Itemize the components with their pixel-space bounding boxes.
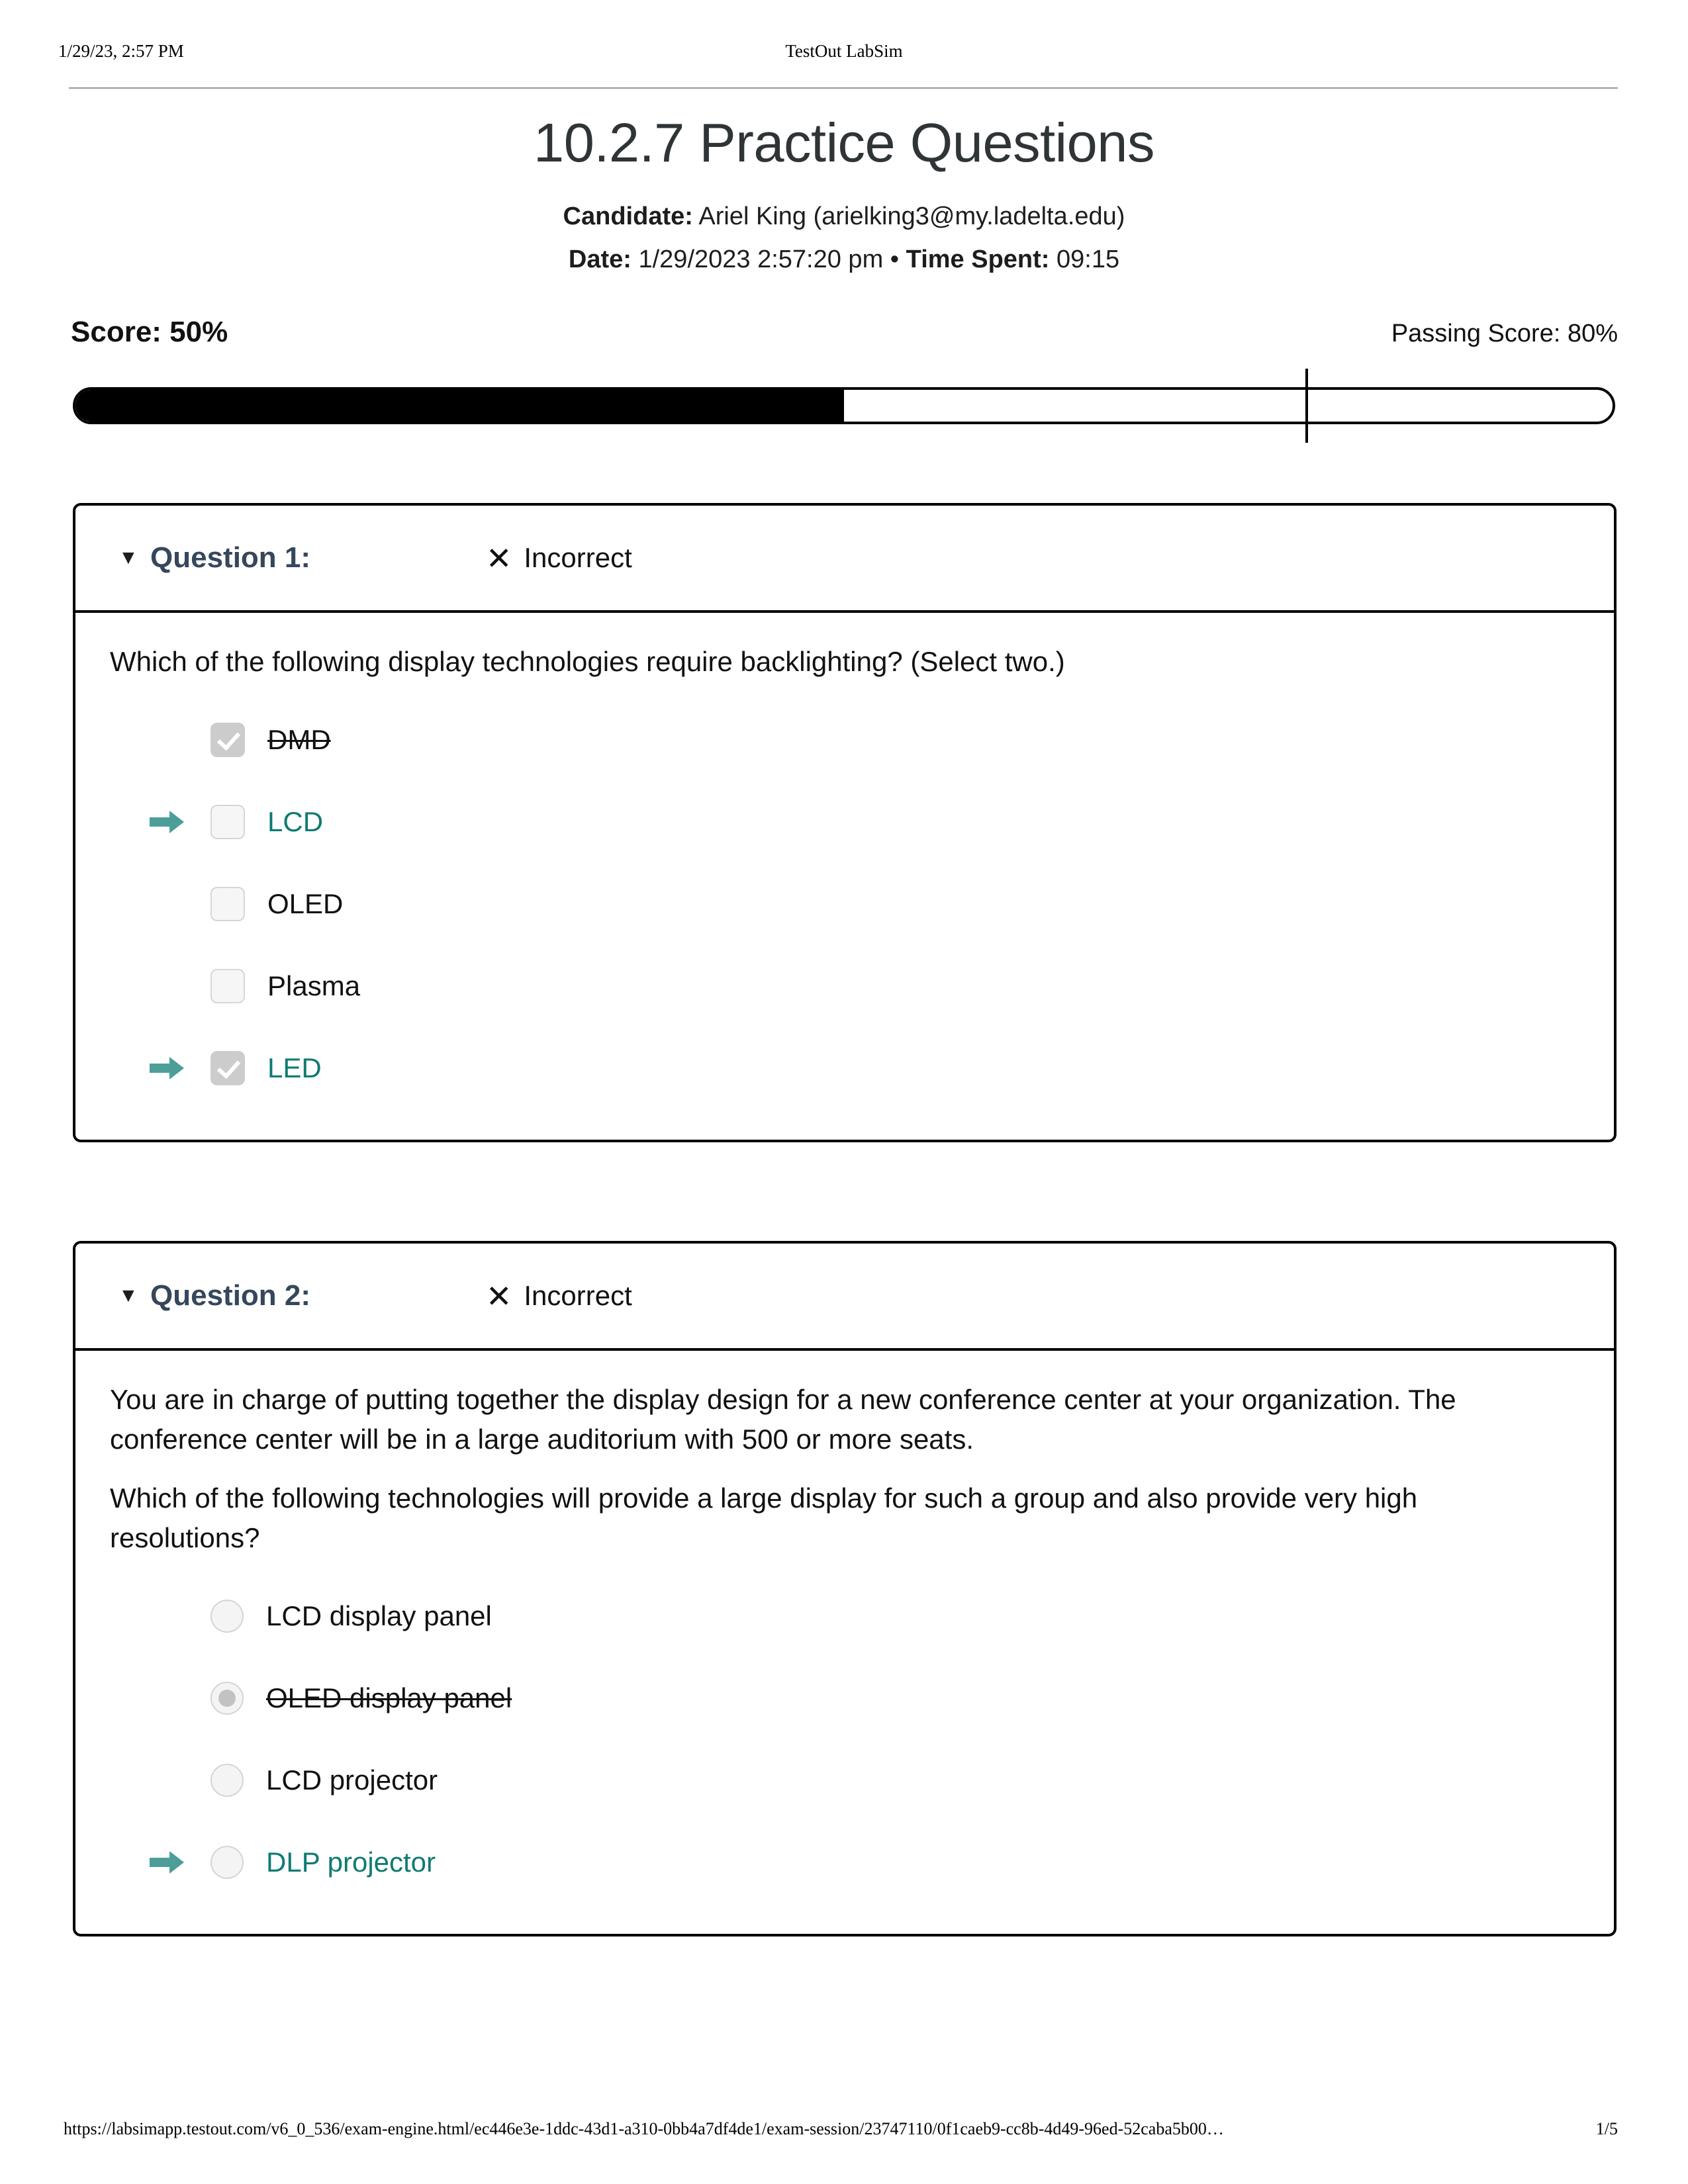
correct-answer-arrow-icon <box>150 809 185 835</box>
progress-fill <box>75 390 844 422</box>
question-label: Question 2: <box>150 1279 311 1312</box>
answer-option-label: DLP projector <box>266 1846 436 1878</box>
progress-track <box>73 387 1615 424</box>
passing-score-marker <box>1305 369 1308 443</box>
checkbox-unchecked-icon[interactable] <box>211 968 245 1003</box>
time-spent-value: 09:15 <box>1056 246 1120 273</box>
question-body: You are in charge of putting together th… <box>75 1351 1614 1934</box>
meta-separator: • <box>890 246 900 273</box>
answer-option-label: OLED display panel <box>266 1682 512 1713</box>
page-title: 10.2.7 Practice Questions <box>534 112 1154 173</box>
print-header-title: TestOut LabSim <box>785 41 903 61</box>
answer-option[interactable]: LCD projector <box>110 1752 1579 1808</box>
time-spent-label: Time Spent: <box>906 246 1050 273</box>
question-text: Which of the following display technolog… <box>110 646 1065 677</box>
answer-option-label: LCD <box>267 805 324 837</box>
answer-option[interactable]: OLED display panel <box>110 1670 1579 1726</box>
answer-option-label: DMD <box>267 723 331 755</box>
print-footer-url: https://labsimapp.testout.com/v6_0_536/e… <box>64 2119 1224 2138</box>
question-text: Which of the following technologies will… <box>110 1482 1418 1553</box>
status-badge: ✕ Incorrect <box>486 1280 632 1312</box>
checkbox-checked-icon[interactable] <box>211 722 245 757</box>
correct-answer-arrow-icon <box>150 1849 185 1876</box>
checkbox-checked-icon[interactable] <box>211 1050 245 1085</box>
question-card: ▼ Question 2: ✕ Incorrect You are in charge … <box>73 1241 1617 1936</box>
checkbox-unchecked-icon[interactable] <box>211 804 245 839</box>
chevron-down-icon[interactable]: ▼ <box>118 548 138 568</box>
question-body: Which of the following display technolog… <box>75 613 1614 1140</box>
answer-option[interactable]: LED <box>110 1040 1579 1096</box>
radio-selected-icon[interactable] <box>211 1681 244 1715</box>
answer-option[interactable]: OLED <box>110 876 1579 932</box>
passing-score-text: Passing Score: 80% <box>1391 320 1618 347</box>
date-value: 1/29/2023 2:57:20 pm <box>638 246 884 273</box>
score-progress-bar <box>73 369 1615 443</box>
answer-option-label: LCD display panel <box>266 1600 492 1631</box>
answer-option[interactable]: DLP projector <box>110 1835 1579 1890</box>
date-label: Date: <box>568 246 632 273</box>
question-card: ▼ Question 1: ✕ Incorrect Which of the follo… <box>73 503 1617 1142</box>
correct-answer-arrow-icon <box>150 1055 185 1081</box>
question-text: You are in charge of putting together th… <box>110 1384 1456 1455</box>
radio-unselected-icon[interactable] <box>211 1763 244 1797</box>
answer-option[interactable]: Plasma <box>110 958 1579 1014</box>
candidate-value: Ariel King (arielking3@my.ladelta.edu) <box>698 203 1125 230</box>
answer-option-label: Plasma <box>267 970 361 1001</box>
radio-unselected-icon[interactable] <box>211 1599 244 1633</box>
answer-option[interactable]: DMD <box>110 712 1579 768</box>
score-row: Score: 50% Passing Score: 80% <box>0 316 1688 351</box>
answer-option[interactable]: LCD display panel <box>110 1588 1579 1644</box>
answer-option-label: OLED <box>267 887 344 919</box>
radio-unselected-icon[interactable] <box>211 1845 244 1879</box>
status-badge: ✕ Incorrect <box>486 542 632 574</box>
print-footer-page: 1/5 <box>1595 2119 1618 2138</box>
answer-options: DMD LCD OLED Plasma LED <box>110 712 1579 1096</box>
answer-option-label: LED <box>267 1052 322 1083</box>
question-header[interactable]: ▼ Question 2: ✕ Incorrect <box>75 1244 1614 1351</box>
question-label: Question 1: <box>150 541 311 574</box>
incorrect-x-icon: ✕ <box>486 1278 512 1314</box>
header-divider <box>69 87 1618 89</box>
answer-option[interactable]: LCD <box>110 794 1579 850</box>
print-header: 1/29/23, 2:57 PM TestOut LabSim <box>0 41 1688 68</box>
status-text: Incorrect <box>524 542 632 573</box>
answer-options: LCD display panel OLED display panel LCD p… <box>110 1588 1579 1890</box>
score-text: Score: 50% <box>71 316 228 348</box>
candidate-line: Candidate: Ariel King (arielking3@my.lad… <box>0 201 1688 233</box>
candidate-label: Candidate: <box>563 203 693 230</box>
question-header[interactable]: ▼ Question 1: ✕ Incorrect <box>75 506 1614 613</box>
status-text: Incorrect <box>524 1280 632 1311</box>
answer-option-label: LCD projector <box>266 1764 438 1796</box>
checkbox-unchecked-icon[interactable] <box>211 886 245 921</box>
print-footer: https://labsimapp.testout.com/v6_0_536/e… <box>0 2119 1688 2146</box>
incorrect-x-icon: ✕ <box>486 540 512 576</box>
date-time-line: Date: 1/29/2023 2:57:20 pm • Time Spent:… <box>0 244 1688 276</box>
chevron-down-icon[interactable]: ▼ <box>118 1286 138 1306</box>
